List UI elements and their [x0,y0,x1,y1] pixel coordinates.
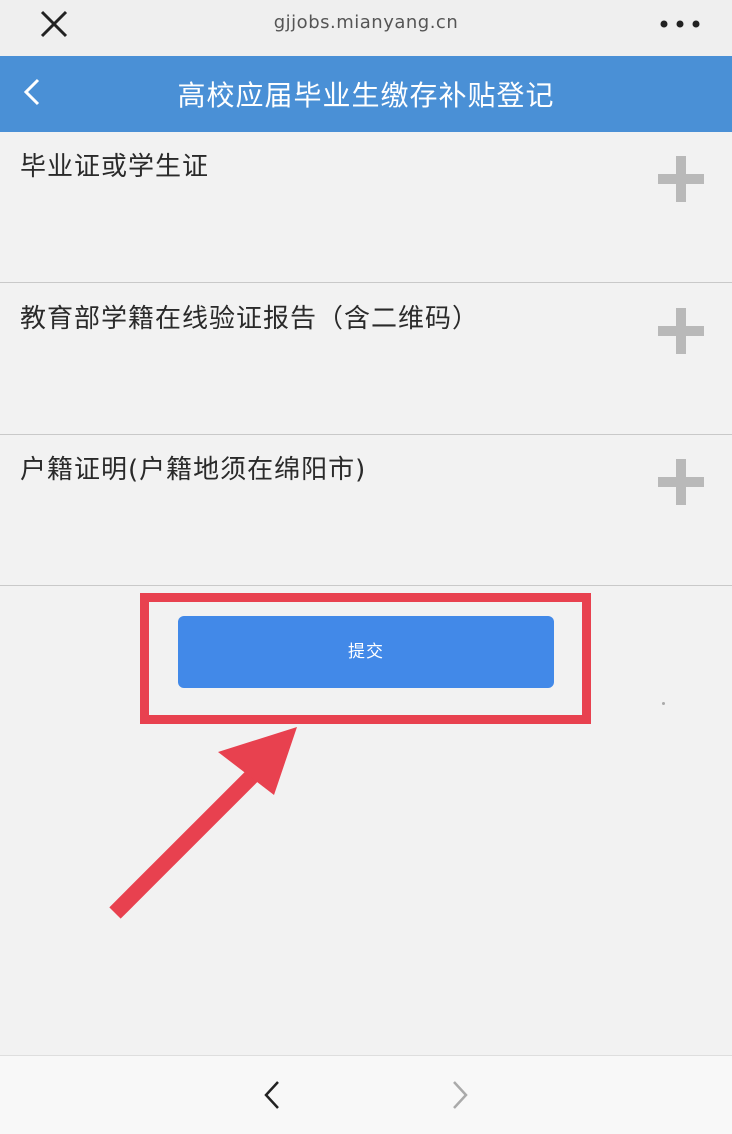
chevron-right-icon[interactable] [446,1076,474,1114]
browser-bar: gjjobs.mianyang.cn [0,0,732,56]
upload-section-household-registration: 户籍证明(户籍地须在绵阳市) [0,435,732,586]
upload-section-verification-report: 教育部学籍在线验证报告（含二维码） [0,284,732,435]
plus-icon[interactable] [656,154,706,204]
decorative-speck [662,702,665,705]
upload-section-diploma: 毕业证或学生证 [0,132,732,283]
app-header: 高校应届毕业生缴存补贴登记 [0,56,732,132]
more-dots-icon[interactable] [658,14,702,34]
chevron-left-icon[interactable] [258,1076,286,1114]
bottom-nav-bar [0,1055,732,1134]
upload-label: 户籍证明(户籍地须在绵阳市) [20,455,367,485]
upload-label: 毕业证或学生证 [20,152,210,182]
browser-url: gjjobs.mianyang.cn [273,12,459,33]
submit-button[interactable]: 提交 [178,616,554,688]
plus-icon[interactable] [656,457,706,507]
page-title: 高校应届毕业生缴存补贴登记 [177,79,555,112]
plus-icon[interactable] [656,306,706,356]
upload-label: 教育部学籍在线验证报告（含二维码） [20,304,480,334]
